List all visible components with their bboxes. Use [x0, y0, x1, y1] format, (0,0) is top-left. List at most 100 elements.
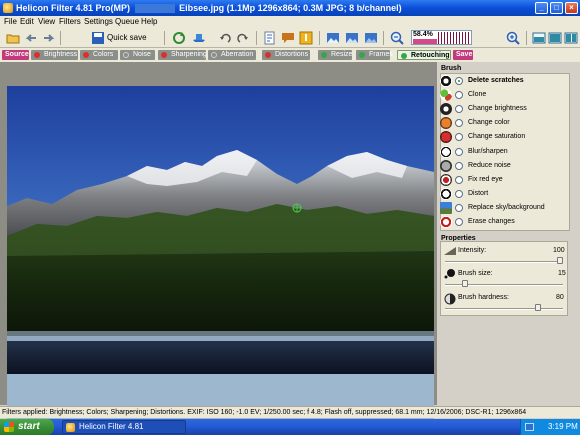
refresh-icon[interactable] [172, 31, 186, 45]
zoom-out-icon[interactable] [390, 31, 404, 45]
menu-filters[interactable]: Filters [59, 16, 81, 28]
tab-status-icon [265, 52, 271, 58]
open-icon[interactable] [6, 31, 20, 45]
menu-bar: File Edit View Filters Settings Queue He… [0, 16, 580, 28]
window-title-file: Eibsee.jpg (1.1Mp 1296x864; 0.3M JPG; 8 … [179, 3, 402, 13]
rotate-right-icon[interactable] [236, 31, 250, 45]
brush-hardness-label: Brush hardness: [458, 294, 509, 301]
zoom-fill-bar [413, 39, 437, 44]
brush-option-radio[interactable] [455, 147, 463, 156]
taskbar-app-button[interactable]: Helicon Filter 4.81 [62, 420, 186, 434]
tab-sharpening[interactable]: Sharpening [158, 50, 207, 60]
info-icon[interactable] [299, 31, 313, 45]
tab-brightness[interactable]: Brightness [31, 50, 78, 60]
menu-help[interactable]: Help [141, 16, 157, 28]
menu-view[interactable]: View [38, 16, 55, 28]
tab-label: Noise [133, 51, 151, 58]
erase-icon [440, 216, 452, 228]
image-view-3-icon[interactable] [364, 31, 378, 45]
zoom-scale [438, 32, 471, 44]
zoom-in-icon[interactable] [506, 31, 520, 45]
tab-resize[interactable]: Resize [318, 50, 352, 60]
photo-landscape [7, 150, 434, 374]
zoom-value: 58.4% [413, 31, 433, 38]
menu-edit[interactable]: Edit [20, 16, 34, 28]
tab-status-icon [211, 52, 217, 58]
layout-3-icon[interactable] [564, 31, 578, 45]
layout-2-icon[interactable] [548, 31, 562, 45]
tab-status-icon [321, 52, 327, 58]
toolbar-separator [383, 31, 384, 45]
brush-option-label: Change saturation [468, 133, 526, 141]
image-view-2-icon[interactable] [345, 31, 359, 45]
tab-source[interactable]: Source [2, 50, 29, 60]
toolbar: Quick save [0, 28, 580, 48]
maximize-button[interactable]: □ [550, 2, 563, 14]
start-button[interactable]: start [0, 419, 54, 435]
quick-save-icon[interactable] [91, 31, 105, 45]
tab-label: Aberration [221, 51, 254, 58]
menu-queue[interactable]: Queue [115, 16, 139, 28]
start-label: start [18, 421, 40, 432]
tab-status-icon [83, 52, 89, 58]
brush-size-value: 15 [558, 270, 566, 277]
quick-save-button[interactable]: Quick save [107, 28, 147, 48]
brush-option-radio[interactable] [455, 77, 463, 85]
tab-label: Distortions [275, 51, 309, 58]
layout-1-icon[interactable] [532, 31, 546, 45]
brush-option-radio[interactable] [455, 218, 463, 226]
brush-option-label: Clone [468, 91, 487, 99]
toolbar-separator [256, 31, 257, 45]
taskbar: start Helicon Filter 4.81 3:19 PM [0, 419, 580, 435]
intensity-label: Intensity: [458, 247, 487, 254]
image-view-1-icon[interactable] [326, 31, 340, 45]
tab-status-icon [161, 52, 167, 58]
tab-frames[interactable]: Frames [356, 50, 393, 60]
intensity-slider[interactable] [445, 261, 563, 263]
close-button[interactable]: × [565, 2, 578, 14]
rotate-left-icon[interactable] [218, 31, 232, 45]
brush-hardness-icon [444, 293, 456, 305]
intensity-value: 100 [553, 247, 565, 254]
brush-size-slider-thumb[interactable] [461, 280, 468, 287]
brush-option-radio[interactable] [455, 161, 463, 170]
tab-label: Frames [369, 51, 393, 58]
tray-network-icon[interactable] [525, 423, 534, 431]
toolbar-separator [526, 31, 527, 45]
windows-logo-icon [4, 422, 14, 432]
undo-arrow-icon[interactable] [24, 31, 38, 45]
intensity-slider-thumb[interactable] [557, 257, 563, 264]
tab-colors[interactable]: Colors [80, 50, 118, 60]
menu-file[interactable]: File [4, 16, 17, 28]
brush-option-radio[interactable] [455, 189, 463, 198]
taskbar-app-label: Helicon Filter 4.81 [79, 422, 144, 431]
menu-settings[interactable]: Settings [84, 16, 113, 28]
hat-icon[interactable] [192, 31, 206, 45]
minimize-button[interactable]: _ [535, 2, 548, 14]
tab-retouching[interactable]: Retouching [397, 50, 451, 60]
toolbar-separator [60, 31, 61, 45]
tab-label: Retouching [411, 52, 450, 59]
brush-option-radio[interactable] [455, 175, 463, 184]
toolbar-separator [319, 31, 320, 45]
brush-option-radio[interactable] [455, 203, 463, 212]
comment-icon[interactable] [281, 31, 295, 45]
brush-option-label: Change brightness [468, 105, 527, 113]
tab-aberration[interactable]: Aberration [208, 50, 256, 60]
brush-hardness-slider[interactable] [445, 308, 563, 310]
brush-hardness-slider-thumb[interactable] [534, 304, 541, 311]
delete-scratches-icon [440, 75, 452, 87]
intensity-icon [444, 247, 456, 255]
brush-option-label: Blur/sharpen [468, 147, 508, 155]
app-icon [3, 3, 13, 13]
zoom-level-control[interactable]: 58.4% [411, 30, 472, 45]
tab-save[interactable]: Save [453, 50, 473, 60]
reduce-noise-icon [440, 159, 452, 172]
brush-option-label: Fix red eye [468, 175, 503, 183]
tab-distortions[interactable]: Distortions [262, 50, 310, 60]
edit-icon[interactable] [263, 31, 277, 45]
tab-noise[interactable]: Noise [120, 50, 155, 60]
photo-preview[interactable] [7, 86, 434, 435]
redo-arrow-icon[interactable] [42, 31, 56, 45]
title-bar: Helicon Filter 4.81 Pro(MP) Eibsee.jpg (… [0, 0, 580, 16]
